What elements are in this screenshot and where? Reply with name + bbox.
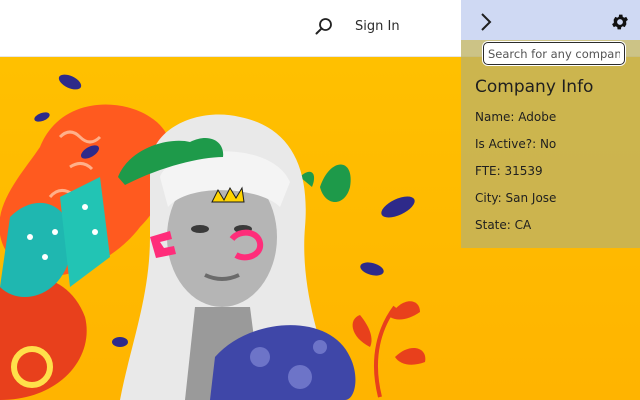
info-label: FTE:: [475, 164, 505, 178]
info-label: State:: [475, 218, 515, 232]
info-value: CA: [514, 218, 532, 232]
info-value: 31539: [504, 164, 543, 178]
company-info-panel: Company Info Name: Adobe Is Active?: No …: [461, 0, 640, 248]
info-label: City:: [475, 191, 506, 205]
info-row-city: City: San Jose: [475, 191, 556, 205]
gear-icon: [612, 14, 628, 30]
info-value: No: [539, 137, 557, 151]
panel-toolbar: [461, 0, 640, 40]
sign-in-link[interactable]: Sign In: [355, 19, 400, 34]
info-row-state: State: CA: [475, 218, 531, 232]
info-label: Is Active?:: [475, 137, 540, 151]
company-search-input[interactable]: [483, 42, 625, 65]
panel-title: Company Info: [475, 77, 594, 97]
search-icon: [315, 18, 332, 35]
info-label: Name:: [475, 110, 519, 124]
info-row-is-active: Is Active?: No: [475, 137, 556, 151]
chevron-right-icon: [481, 13, 492, 31]
info-row-fte: FTE: 31539: [475, 164, 543, 178]
collapse-panel-button[interactable]: [479, 12, 493, 32]
search-button[interactable]: [313, 16, 335, 38]
info-row-name: Name: Adobe: [475, 110, 556, 124]
info-value: San Jose: [505, 191, 557, 205]
settings-button[interactable]: [610, 12, 630, 32]
info-value: Adobe: [518, 110, 557, 124]
